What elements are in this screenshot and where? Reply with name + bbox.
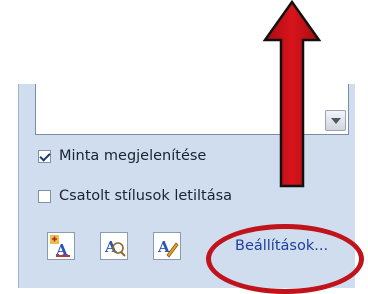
new-style-button[interactable]: A [47,232,75,260]
manage-styles-icon: A [157,238,179,258]
style-inspector-icon: A [104,238,126,257]
disable-linked-styles-option[interactable]: Csatolt stílusok letiltása [38,186,232,206]
new-style-icon: A [50,235,70,259]
scroll-down-button[interactable] [325,110,346,131]
manage-styles-button[interactable]: A [153,232,181,260]
up-arrow-annotation [262,0,322,188]
style-inspector-button[interactable]: A [100,232,128,260]
show-preview-label: Minta megjelenítése [59,148,207,164]
show-preview-checkbox[interactable] [38,149,51,163]
highlight-ellipse [206,224,364,294]
disable-linked-styles-label: Csatolt stílusok letiltása [59,188,233,204]
svg-text:A: A [104,238,117,256]
show-preview-option[interactable]: Minta megjelenítése [38,146,206,166]
chevron-down-icon [331,118,341,124]
disable-linked-styles-checkbox[interactable] [38,189,51,203]
